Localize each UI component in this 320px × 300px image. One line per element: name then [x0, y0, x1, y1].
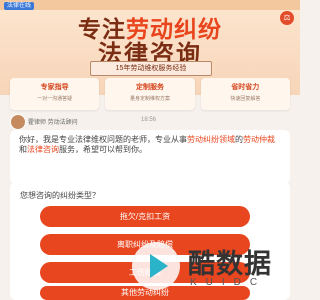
top-strip: 法律在线 [0, 0, 300, 10]
feature-subtitle: 快速回复解答 [230, 96, 261, 102]
message-text: 的 [235, 135, 243, 144]
advisor-header: 霍律师 劳动法顾问 18:56 [10, 114, 290, 130]
message-text: 和 [19, 145, 27, 154]
feature-title: 省时省力 [231, 84, 260, 91]
advisor-name: 霍律师 劳动法顾问 [28, 120, 78, 126]
watermark-subtext: KUIDC [190, 277, 267, 288]
message-time: 18:56 [141, 117, 157, 123]
feature-subtitle: 量身定制维权方案 [129, 96, 170, 102]
highlight-text: 法律咨询 [27, 145, 59, 154]
avatar [10, 114, 26, 130]
chat-message-bubble: 你好，我是专业法律维权问题的老师，专业从事劳动纠纷领域的劳动仲裁和法律咨询服务，… [10, 130, 290, 184]
option-button-unpaid-wages[interactable]: 拖欠/克扣工资 [40, 206, 250, 227]
message-text: 服务，希望可以帮到你。 [59, 145, 147, 154]
feature-cards: 专家指导 一对一沟通答疑 定制服务 量身定制维权方案 省时省力 快速回复解答 [10, 78, 290, 110]
hero-tagline: 15年劳动维权服务经验 [90, 61, 212, 76]
question-text: 您想咨询的纠纷类型？ [20, 191, 100, 200]
watermark-text: 酷数据 [188, 249, 272, 279]
feature-title: 专家指导 [40, 84, 69, 91]
feature-card: 省时省力 快速回复解答 [200, 78, 290, 110]
feature-title: 定制服务 [135, 84, 164, 91]
highlight-text: 劳动仲裁 [243, 135, 275, 144]
message-text: 你好，我是专业法律维权问题的老师，专业从事 [19, 135, 187, 144]
highlight-text: 劳动纠纷领域 [187, 135, 235, 144]
brand-tag: 法律在线 [4, 2, 35, 10]
feature-subtitle: 一对一沟通答疑 [37, 96, 73, 102]
play-icon [150, 254, 168, 278]
feature-card: 定制服务 量身定制维权方案 [105, 78, 195, 110]
option-button-other[interactable]: 其他劳动纠纷 [40, 286, 250, 300]
feature-card: 专家指导 一对一沟通答疑 [10, 78, 100, 110]
